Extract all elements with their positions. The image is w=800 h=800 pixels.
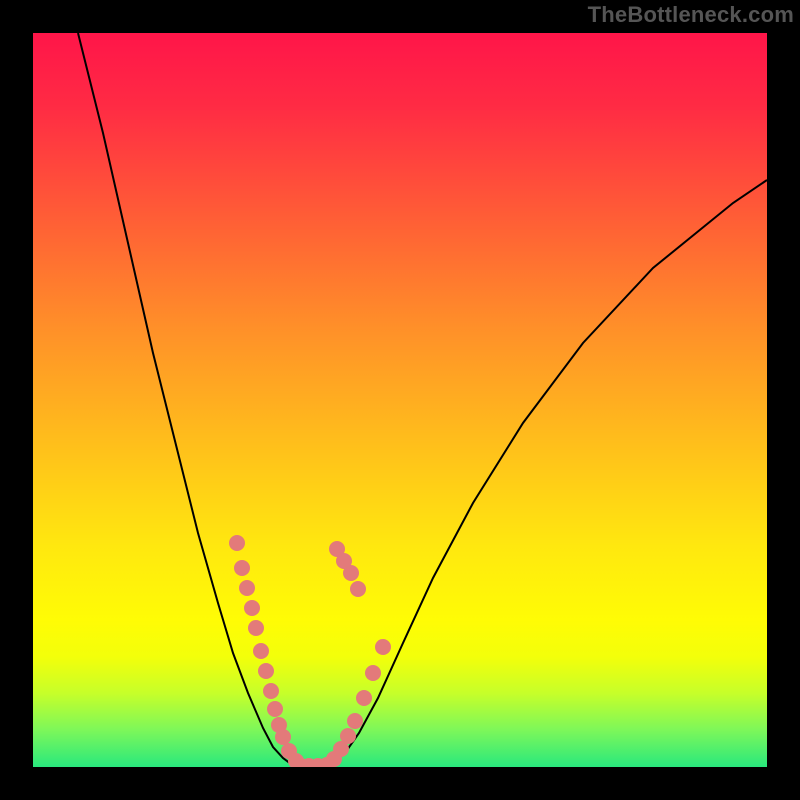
sample-marker [229,535,245,551]
sample-marker [239,580,255,596]
watermark-label: TheBottleneck.com [588,2,794,28]
sample-marker [244,600,260,616]
sample-marker [263,683,279,699]
sample-marker [234,560,250,576]
chart-frame: TheBottleneck.com [0,0,800,800]
sample-marker [248,620,264,636]
sample-marker [375,639,391,655]
curve-layer [33,33,767,767]
sample-marker [329,541,345,557]
plot-area [33,33,767,767]
sample-marker [253,643,269,659]
sample-marker [258,663,274,679]
sample-marker [350,581,366,597]
sample-marker [340,728,356,744]
sample-marker [275,729,291,745]
sample-marker [347,713,363,729]
sample-marker [365,665,381,681]
sample-marker [356,690,372,706]
sample-marker [267,701,283,717]
